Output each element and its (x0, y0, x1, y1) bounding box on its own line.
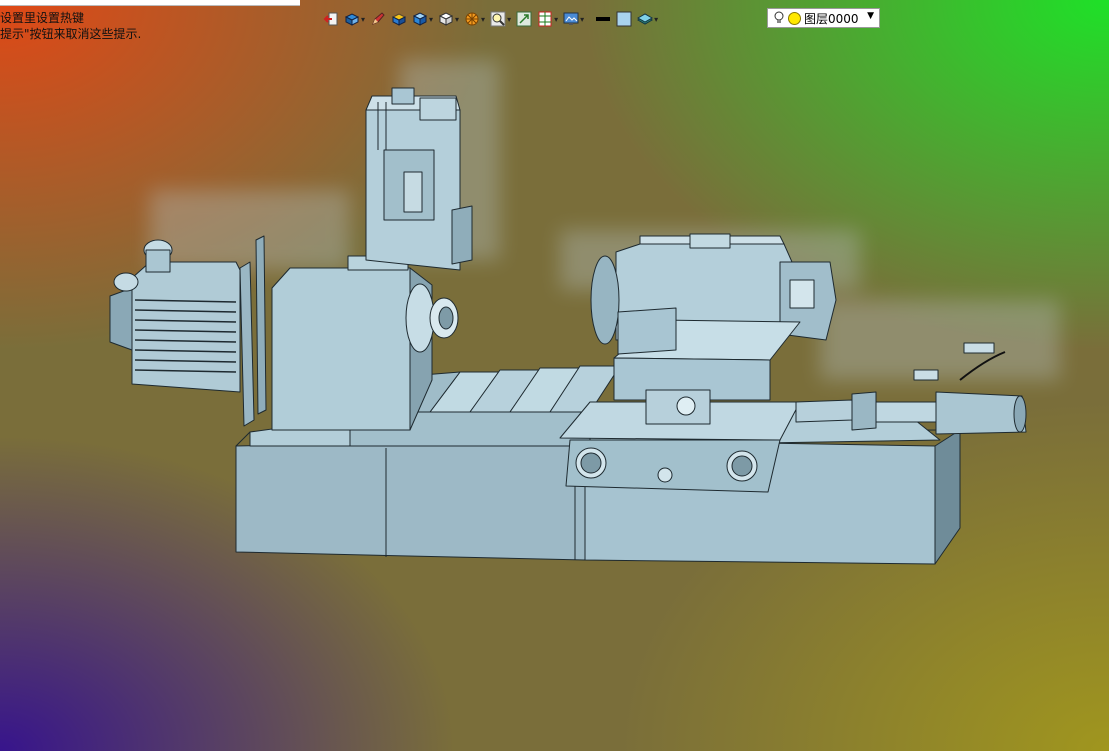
graphics-viewport[interactable]: 设置里设置热键 提示"按钮来取消这些提示. ▾ ▾ ▾ ▾ ▾ ▾ ▾ ▾ 图层… (0, 0, 1109, 751)
cad-model-lathe[interactable] (0, 0, 1109, 751)
vertical-slide (365, 87, 473, 271)
